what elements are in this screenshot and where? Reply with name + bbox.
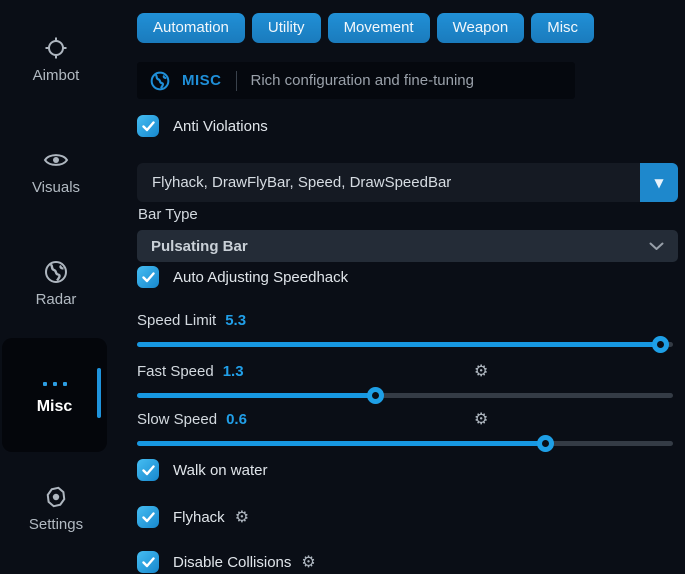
auto-adjusting-checkbox[interactable] <box>137 266 159 288</box>
crosshair-icon <box>44 36 68 60</box>
gear-icon[interactable]: ⚙ <box>474 363 488 379</box>
speed-limit-slider[interactable] <box>137 342 673 347</box>
chevron-down-icon <box>649 242 664 251</box>
sidebar: Aimbot Visuals Radar Misc Settings <box>0 0 112 563</box>
tab-automation[interactable]: Automation <box>137 13 245 43</box>
globe-icon <box>44 260 68 284</box>
divider <box>236 71 237 91</box>
sidebar-item-visuals[interactable]: Visuals <box>3 148 109 196</box>
slider-knob[interactable] <box>537 435 554 452</box>
eye-icon <box>43 148 69 172</box>
slider-fill <box>137 441 546 446</box>
speed-limit-control: Speed Limit 5.3 <box>137 310 673 347</box>
violations-multiselect[interactable]: Flyhack, DrawFlyBar, Speed, DrawSpeedBar… <box>137 163 678 202</box>
gear-icon[interactable]: ⚙ <box>235 509 249 525</box>
active-accent-bar <box>97 368 101 418</box>
multiselect-value: Flyhack, DrawFlyBar, Speed, DrawSpeedBar <box>152 163 451 202</box>
slider-fill <box>137 342 661 347</box>
gear-icon[interactable]: ⚙ <box>474 411 488 427</box>
section-subtitle: Rich configuration and fine-tuning <box>251 72 474 89</box>
slider-value: 0.6 <box>226 411 247 428</box>
bar-type-select[interactable]: Pulsating Bar <box>137 230 678 262</box>
fast-speed-slider[interactable] <box>137 393 673 398</box>
walk-on-water-checkbox[interactable] <box>137 459 159 481</box>
select-value: Pulsating Bar <box>151 238 248 255</box>
checkbox-label: Disable Collisions <box>173 554 291 571</box>
tab-movement[interactable]: Movement <box>328 13 430 43</box>
check-icon <box>142 121 155 132</box>
walk-on-water-row: Walk on water <box>137 458 267 482</box>
flyhack-checkbox[interactable] <box>137 506 159 528</box>
tab-weapon[interactable]: Weapon <box>437 13 525 43</box>
sidebar-item-label: Misc <box>2 398 107 416</box>
slow-speed-slider[interactable] <box>137 441 673 446</box>
slider-label: Speed Limit <box>137 312 216 329</box>
slow-speed-control: Slow Speed 0.6 ⚙ <box>137 409 673 446</box>
section-banner: MISC Rich configuration and fine-tuning <box>137 62 575 99</box>
sidebar-item-label: Visuals <box>3 179 109 196</box>
check-icon <box>142 512 155 523</box>
category-tabs: Automation Utility Movement Weapon Misc <box>137 13 594 43</box>
sidebar-item-misc[interactable]: Misc <box>2 338 107 452</box>
sidebar-item-settings[interactable]: Settings <box>3 485 109 533</box>
disable-collisions-checkbox[interactable] <box>137 551 159 573</box>
sidebar-item-aimbot[interactable]: Aimbot <box>3 36 109 84</box>
globe-icon <box>150 71 170 91</box>
auto-adjusting-row: Auto Adjusting Speedhack <box>137 265 348 289</box>
bar-type-label: Bar Type <box>138 206 198 223</box>
slider-label: Slow Speed <box>137 411 217 428</box>
sidebar-item-label: Radar <box>3 291 109 308</box>
triangle-down-icon: ▼ <box>654 176 663 190</box>
ellipsis-icon <box>2 382 107 386</box>
checkbox-label: Anti Violations <box>173 118 268 135</box>
tab-misc[interactable]: Misc <box>531 13 594 43</box>
multiselect-dropdown-button[interactable]: ▼ <box>640 163 678 202</box>
section-title: MISC <box>182 72 222 89</box>
sidebar-item-radar[interactable]: Radar <box>3 260 109 308</box>
slider-knob[interactable] <box>367 387 384 404</box>
check-icon <box>142 465 155 476</box>
anti-violations-checkbox[interactable] <box>137 115 159 137</box>
disable-collisions-row: Disable Collisions ⚙ <box>137 550 316 574</box>
check-icon <box>142 557 155 568</box>
checkbox-label: Flyhack <box>173 509 225 526</box>
checkbox-label: Auto Adjusting Speedhack <box>173 269 348 286</box>
flyhack-row: Flyhack ⚙ <box>137 505 249 529</box>
gear-icon[interactable]: ⚙ <box>301 554 315 570</box>
sidebar-item-label: Settings <box>3 516 109 533</box>
slider-value: 5.3 <box>225 312 246 329</box>
gear-icon <box>44 485 68 509</box>
checkbox-label: Walk on water <box>173 462 267 479</box>
main-panel: Automation Utility Movement Weapon Misc … <box>137 0 678 563</box>
slider-knob[interactable] <box>652 336 669 353</box>
tab-utility[interactable]: Utility <box>252 13 321 43</box>
anti-violations-row: Anti Violations <box>137 114 268 138</box>
fast-speed-control: Fast Speed 1.3 ⚙ <box>137 361 673 398</box>
sidebar-item-label: Aimbot <box>3 67 109 84</box>
slider-label: Fast Speed <box>137 363 214 380</box>
check-icon <box>142 272 155 283</box>
slider-fill <box>137 393 376 398</box>
slider-value: 1.3 <box>223 363 244 380</box>
